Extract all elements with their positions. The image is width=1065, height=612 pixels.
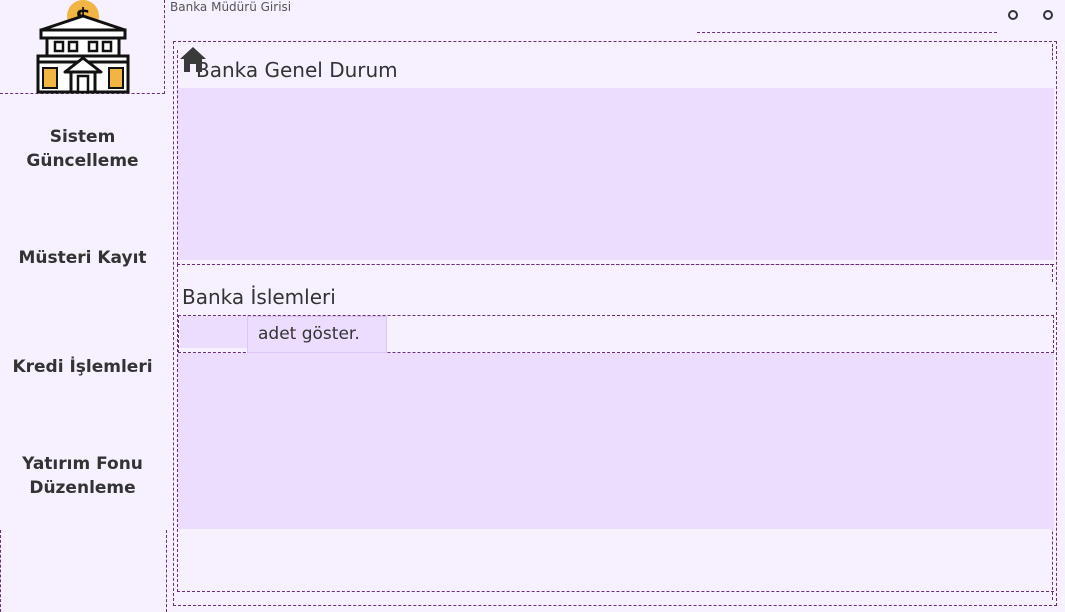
nav-label: Kredi İşlemleri xyxy=(12,357,153,377)
section2-title: Banka İslemleri xyxy=(182,285,336,309)
show-count-button[interactable]: adet göster. xyxy=(247,316,387,353)
window-title: Banka Müdürü Girisi xyxy=(170,0,292,14)
window-button-2[interactable] xyxy=(1043,10,1053,20)
nav-label: Düzenleme xyxy=(29,478,136,498)
nav-label: Güncelleme xyxy=(26,151,139,171)
operations-panel xyxy=(178,353,1054,529)
sidebar-divider xyxy=(166,530,167,612)
nav-sistem-guncelleme[interactable]: Sistem Güncelleme xyxy=(0,125,165,173)
section1-title: Banka Genel Durum xyxy=(196,58,398,82)
nav-yatirim-fonu[interactable]: Yatırım Fonu Düzenleme xyxy=(0,452,165,500)
home-icon[interactable] xyxy=(178,44,208,74)
sidebar-divider-left xyxy=(0,530,1,612)
title-divider xyxy=(697,32,997,33)
frame-edge xyxy=(1052,264,1053,282)
bank-logo-icon: $ xyxy=(36,0,130,94)
window-button-1[interactable] xyxy=(1008,10,1018,20)
nav-label: Müsteri Kayıt xyxy=(18,248,147,268)
nav-label: Yatırım Fonu xyxy=(22,454,143,474)
frame-edge xyxy=(1052,44,1053,60)
nav-kredi-islemleri[interactable]: Kredi İşlemleri xyxy=(0,355,165,379)
overview-panel xyxy=(178,88,1054,260)
nav-label: Sistem xyxy=(49,127,116,147)
count-input[interactable] xyxy=(180,316,247,348)
nav-musteri-kayit[interactable]: Müsteri Kayıt xyxy=(0,246,165,270)
